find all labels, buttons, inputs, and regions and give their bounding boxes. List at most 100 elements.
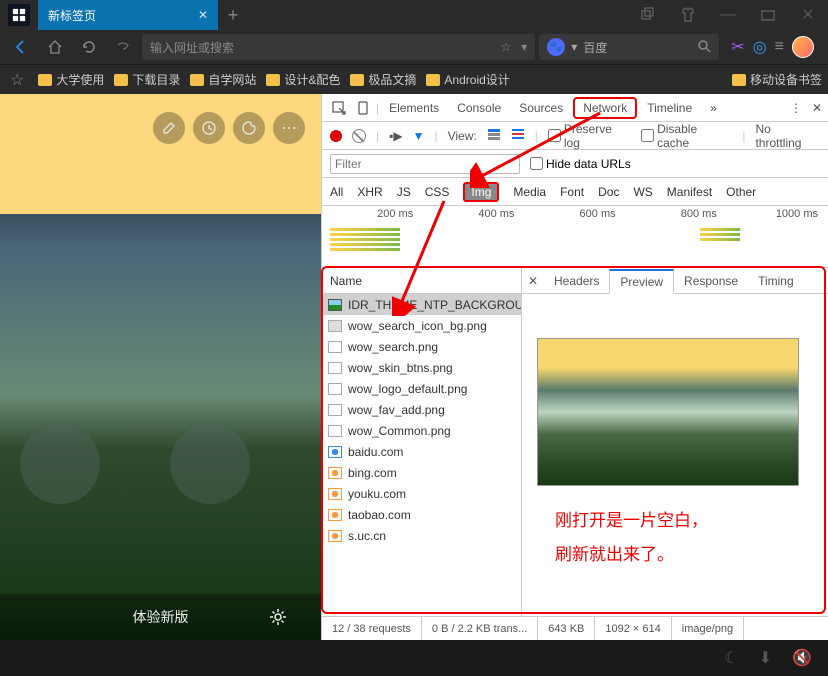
request-row[interactable]: s.uc.cn xyxy=(322,525,521,546)
tab-timeline[interactable]: Timeline xyxy=(639,94,700,121)
request-row[interactable]: bing.com xyxy=(322,462,521,483)
star-icon[interactable]: ☆ xyxy=(500,40,511,54)
tab-timing[interactable]: Timing xyxy=(748,268,804,293)
tab-sources[interactable]: Sources xyxy=(511,94,571,121)
filter-js[interactable]: JS xyxy=(397,185,411,199)
request-row[interactable]: wow_logo_default.png xyxy=(322,378,521,399)
device-icon[interactable] xyxy=(352,101,374,115)
skin-icon[interactable] xyxy=(668,0,708,30)
titlebar: 新标签页 ✕ + — ✕ xyxy=(0,0,828,30)
avatar[interactable] xyxy=(792,36,814,58)
filter-icon[interactable]: ▼ xyxy=(413,129,425,143)
filter-all[interactable]: All xyxy=(330,185,343,199)
request-row[interactable]: youku.com xyxy=(322,483,521,504)
address-bar[interactable]: 输入网址或搜索 ☆ ▾ xyxy=(142,34,535,60)
star-icon[interactable]: ☆ xyxy=(10,70,24,90)
bookmark-folder[interactable]: 下载目录 xyxy=(114,71,180,88)
request-row[interactable]: wow_skin_btns.png xyxy=(322,357,521,378)
filter-img[interactable]: Img xyxy=(463,182,499,202)
record-icon[interactable] xyxy=(330,130,342,142)
palette-icon[interactable] xyxy=(233,112,265,144)
kebab-icon[interactable]: ⋮ xyxy=(790,101,802,115)
bookmark-folder[interactable]: 极品文摘 xyxy=(350,71,416,88)
scissors-icon[interactable]: ✂ xyxy=(731,37,744,57)
reload-button[interactable] xyxy=(74,32,104,62)
clear-icon[interactable] xyxy=(352,129,366,143)
volume-icon[interactable]: 🔇 xyxy=(792,648,812,668)
mobile-bookmarks[interactable]: 移动设备书签 xyxy=(732,71,822,88)
maximize-icon[interactable] xyxy=(748,0,788,30)
camera-icon[interactable]: ▪▶ xyxy=(389,129,402,143)
experience-label[interactable]: 体验新版 xyxy=(133,607,189,627)
target-icon[interactable]: ◎ xyxy=(753,37,767,57)
hide-urls-checkbox[interactable]: Hide data URLs xyxy=(530,157,631,171)
request-row[interactable]: wow_fav_add.png xyxy=(322,399,521,420)
close-tab-icon[interactable]: ✕ xyxy=(198,8,208,22)
close-preview-icon[interactable]: ✕ xyxy=(522,274,544,288)
request-row[interactable]: baidu.com xyxy=(322,441,521,462)
throttle-select[interactable]: No throttling xyxy=(755,122,820,150)
network-timeline[interactable]: 200 ms 400 ms 600 ms 800 ms 1000 ms xyxy=(322,206,828,268)
window-controls: — ✕ xyxy=(628,0,828,30)
ntp-bubbles xyxy=(20,424,250,504)
search-box[interactable]: 🐾 ▾ 百度 xyxy=(539,34,719,60)
ntp-bottom-bar: 体验新版 xyxy=(0,594,321,640)
home-button[interactable] xyxy=(40,32,70,62)
filter-ws[interactable]: WS xyxy=(633,185,652,199)
close-icon[interactable]: ✕ xyxy=(788,0,828,30)
tab-more-icon[interactable]: » xyxy=(702,94,725,121)
filter-bar: Hide data URLs xyxy=(322,150,828,178)
request-row[interactable]: wow_Common.png xyxy=(322,420,521,441)
browser-tab[interactable]: 新标签页 ✕ xyxy=(38,0,218,30)
close-devtools-icon[interactable]: ✕ xyxy=(812,101,822,115)
more-icon[interactable]: ⋯ xyxy=(273,112,305,144)
large-rows-icon[interactable] xyxy=(487,127,501,144)
tab-elements[interactable]: Elements xyxy=(381,94,447,121)
inspect-icon[interactable] xyxy=(328,101,350,115)
filter-font[interactable]: Font xyxy=(560,185,584,199)
filter-doc[interactable]: Doc xyxy=(598,185,619,199)
bubble-item[interactable] xyxy=(170,424,250,504)
status-transfer: 0 B / 2.2 KB trans... xyxy=(422,617,538,640)
app-logo-icon xyxy=(8,4,30,26)
minimize-icon[interactable]: — xyxy=(708,0,748,30)
overview-icon[interactable] xyxy=(511,127,525,144)
filter-xhr[interactable]: XHR xyxy=(357,185,382,199)
moon-icon[interactable]: ☾ xyxy=(724,648,738,668)
bookmark-folder[interactable]: Android设计 xyxy=(426,71,509,88)
filter-manifest[interactable]: Manifest xyxy=(667,185,712,199)
restore-icon[interactable] xyxy=(628,0,668,30)
filter-css[interactable]: CSS xyxy=(425,185,450,199)
history-icon[interactable] xyxy=(193,112,225,144)
request-row[interactable]: IDR_THEME_NTP_BACKGROUN... xyxy=(322,294,521,315)
filter-media[interactable]: Media xyxy=(513,185,546,199)
download-icon[interactable]: ⬇ xyxy=(759,648,772,668)
bookmark-folder[interactable]: 设计&配色 xyxy=(266,71,340,88)
bookmark-folder[interactable]: 自学网站 xyxy=(190,71,256,88)
gear-icon[interactable] xyxy=(265,604,291,630)
new-tab-button[interactable]: + xyxy=(218,0,248,30)
back-button[interactable] xyxy=(6,32,36,62)
menu-icon[interactable]: ≡ xyxy=(775,38,784,56)
request-row[interactable]: wow_search_icon_bg.png xyxy=(322,315,521,336)
name-column-header[interactable]: Name xyxy=(322,268,521,294)
disable-cache-checkbox[interactable]: Disable cache xyxy=(641,122,732,150)
undo-button[interactable] xyxy=(108,32,138,62)
filter-input[interactable] xyxy=(330,154,520,174)
bookmark-folder[interactable]: 大学使用 xyxy=(38,71,104,88)
bubble-item[interactable] xyxy=(20,424,100,504)
filter-other[interactable]: Other xyxy=(726,185,756,199)
chevron-down-icon[interactable]: ▾ xyxy=(571,40,577,54)
tab-preview[interactable]: Preview xyxy=(609,269,674,294)
tab-network[interactable]: Network xyxy=(573,97,637,119)
chevron-down-icon[interactable]: ▾ xyxy=(521,40,527,54)
tab-headers[interactable]: Headers xyxy=(544,268,609,293)
request-row[interactable]: taobao.com xyxy=(322,504,521,525)
search-icon[interactable] xyxy=(697,39,711,56)
ntp-toolbar: ⋯ xyxy=(153,112,305,144)
edit-icon[interactable] xyxy=(153,112,185,144)
tab-response[interactable]: Response xyxy=(674,268,748,293)
tab-console[interactable]: Console xyxy=(449,94,509,121)
preserve-checkbox[interactable]: Preserve log xyxy=(548,122,631,150)
request-row[interactable]: wow_search.png xyxy=(322,336,521,357)
